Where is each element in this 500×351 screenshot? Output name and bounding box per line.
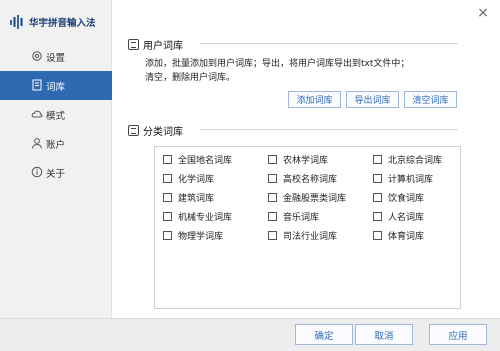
category-dict-list: 全国地名词库 农林学词库 北京综合词库 化学词库 高校名称词库 计算机词库 建筑… <box>154 146 461 309</box>
dict-checkbox-item[interactable]: 建筑词库 <box>163 191 215 204</box>
section-divider <box>200 129 458 130</box>
close-icon[interactable]: × <box>476 6 490 20</box>
dict-label: 物理学词库 <box>178 231 224 242</box>
user-icon <box>30 136 44 150</box>
dict-label: 全国地名词库 <box>178 155 233 166</box>
sidebar-item-account[interactable]: 账户 <box>0 129 112 158</box>
cloud-icon <box>30 107 44 121</box>
sidebar: 华宇拼音输入法 设置 词库 模式 账户 关于 <box>0 0 112 318</box>
checkbox[interactable] <box>268 230 277 240</box>
brand: 华宇拼音输入法 <box>9 14 96 30</box>
checkbox[interactable] <box>163 192 172 202</box>
app-title: 华宇拼音输入法 <box>29 18 96 29</box>
sidebar-item-label: 账户 <box>46 139 66 151</box>
dialog-footer: 确定 取消 应用 <box>0 318 500 351</box>
dict-checkbox-item[interactable]: 农林学词库 <box>268 153 329 166</box>
dict-checkbox-item[interactable]: 司法行业词库 <box>268 229 338 242</box>
sidebar-item-about[interactable]: 关于 <box>0 158 112 187</box>
dict-label: 司法行业词库 <box>283 231 338 242</box>
checkbox[interactable] <box>163 154 172 164</box>
dict-checkbox-item[interactable]: 音乐词库 <box>268 210 320 223</box>
checkbox[interactable] <box>268 192 277 202</box>
dict-label: 北京综合词库 <box>388 155 443 166</box>
checkbox[interactable] <box>268 173 277 183</box>
checkbox[interactable] <box>373 173 382 183</box>
dict-checkbox-item[interactable]: 人名词库 <box>373 210 425 223</box>
dict-label: 饮食词库 <box>388 193 425 204</box>
dict-label: 计算机词库 <box>388 174 434 185</box>
dict-checkbox-item[interactable]: 饮食词库 <box>373 191 425 204</box>
dict-checkbox-item[interactable]: 体育词库 <box>373 229 425 242</box>
dict-label: 金融股票类词库 <box>283 193 347 204</box>
dict-checkbox-item[interactable]: 机械专业词库 <box>163 210 233 223</box>
add-dict-button[interactable]: 添加词库 <box>288 91 341 108</box>
sidebar-item-mode[interactable]: 模式 <box>0 100 112 129</box>
dict-checkbox-item[interactable]: 计算机词库 <box>373 172 434 185</box>
logo-icon <box>9 14 25 30</box>
settings-window: 华宇拼音输入法 设置 词库 模式 账户 关于 × 用户词库 添加，批量添加到用户… <box>0 0 500 351</box>
checkbox[interactable] <box>373 230 382 240</box>
info-icon <box>30 165 44 179</box>
dict-label: 音乐词库 <box>283 212 320 223</box>
dict-checkbox-item[interactable]: 物理学词库 <box>163 229 224 242</box>
sidebar-item-label: 模式 <box>46 110 66 122</box>
gear-icon <box>30 49 44 63</box>
user-dict-title: 用户词库 <box>143 41 183 52</box>
category-dict-title: 分类词库 <box>143 127 183 138</box>
dictionary-section-icon <box>128 125 139 136</box>
desc-line: 清空，删除用户词库。 <box>145 73 236 83</box>
dict-label: 机械专业词库 <box>178 212 233 223</box>
dict-label: 农林学词库 <box>283 155 329 166</box>
sidebar-item-label: 关于 <box>46 168 66 180</box>
checkbox[interactable] <box>268 211 277 221</box>
dict-checkbox-item[interactable]: 高校名称词库 <box>268 172 338 185</box>
ok-button[interactable]: 确定 <box>295 324 353 345</box>
sidebar-item-label: 设置 <box>46 52 66 64</box>
sidebar-item-label: 词库 <box>46 81 66 93</box>
checkbox[interactable] <box>268 154 277 164</box>
clear-dict-button[interactable]: 清空词库 <box>404 91 457 108</box>
dict-label: 体育词库 <box>388 231 425 242</box>
category-dict-header: 分类词库 <box>128 123 183 138</box>
dict-label: 化学词库 <box>178 174 215 185</box>
dict-checkbox-item[interactable]: 金融股票类词库 <box>268 191 347 204</box>
checkbox[interactable] <box>163 173 172 183</box>
sidebar-item-dictionary[interactable]: 词库 <box>0 71 112 100</box>
dict-checkbox-item[interactable]: 北京综合词库 <box>373 153 443 166</box>
section-divider <box>200 43 458 44</box>
checkbox[interactable] <box>163 230 172 240</box>
cancel-button[interactable]: 取消 <box>355 324 413 345</box>
checkbox[interactable] <box>373 154 382 164</box>
desc-line: 添加，批量添加到用户词库；导出，将用户词库导出到txt文件中； <box>145 59 410 69</box>
dict-label: 建筑词库 <box>178 193 215 204</box>
checkbox[interactable] <box>373 192 382 202</box>
dict-label: 人名词库 <box>388 212 425 223</box>
book-icon <box>30 78 44 92</box>
user-dict-header: 用户词库 <box>128 37 183 52</box>
dictionary-section-icon <box>128 39 139 50</box>
checkbox[interactable] <box>163 211 172 221</box>
dict-checkbox-item[interactable]: 全国地名词库 <box>163 153 233 166</box>
dict-label: 高校名称词库 <box>283 174 338 185</box>
dict-checkbox-item[interactable]: 化学词库 <box>163 172 215 185</box>
sidebar-item-settings[interactable]: 设置 <box>0 42 112 71</box>
checkbox[interactable] <box>373 211 382 221</box>
export-dict-button[interactable]: 导出词库 <box>346 91 399 108</box>
user-dict-description: 添加，批量添加到用户词库；导出，将用户词库导出到txt文件中； 清空，删除用户词… <box>145 57 460 85</box>
apply-button[interactable]: 应用 <box>429 324 487 345</box>
